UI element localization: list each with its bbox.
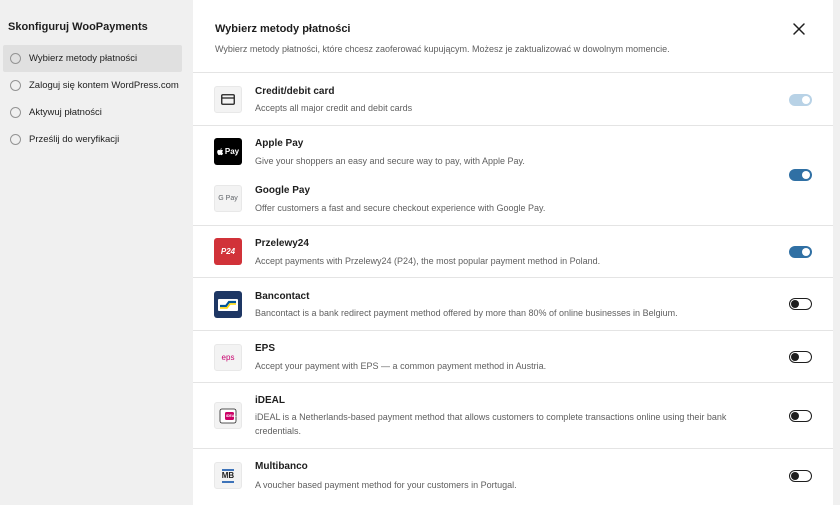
- multibanco-logo: MB: [214, 462, 242, 489]
- method-description: Bancontact is a bank redirect payment me…: [255, 308, 678, 318]
- step-activate-payments[interactable]: Aktywuj płatności: [3, 99, 182, 126]
- payment-method-row-eps: eps EPS Accept your payment with EPS — a…: [193, 330, 833, 382]
- apple-pay-logo-text: Pay: [224, 147, 240, 156]
- ideal-logo-text: iDEAL: [226, 414, 237, 418]
- panel-header: Wybierz metody płatności Wybierz metody …: [193, 0, 833, 72]
- p24-logo-text: P24: [220, 247, 236, 256]
- payment-method-row-multibanco: MB Multibanco A voucher based payment me…: [193, 448, 833, 505]
- close-icon: [793, 23, 805, 35]
- eps-toggle[interactable]: [789, 351, 812, 363]
- step-circle-icon: [10, 134, 21, 145]
- method-name: iDEAL: [255, 395, 285, 406]
- google-pay-logo-text: G Pay: [218, 195, 238, 202]
- apple-pay-logo: Pay: [214, 138, 242, 165]
- method-description: Give your shoppers an easy and secure wa…: [255, 156, 525, 166]
- ideal-logo: iDEAL: [214, 402, 242, 429]
- eps-logo-text: eps: [221, 353, 235, 362]
- bancontact-toggle[interactable]: [789, 298, 812, 310]
- method-description: Accept payments with Przelewy24 (P24), t…: [255, 256, 601, 266]
- step-label: Prześlij do weryfikacji: [29, 134, 120, 145]
- step-circle-icon: [10, 53, 21, 64]
- step-label: Zaloguj się kontem WordPress.com: [29, 80, 179, 91]
- payment-method-row-wallets: Pay Apple Pay Give your shoppers an easy…: [193, 125, 833, 225]
- eps-logo: eps: [214, 344, 242, 371]
- page-title: Wybierz metody płatności: [215, 23, 351, 35]
- payment-method-row-bancontact: Bancontact Bancontact is a bank redirect…: [193, 277, 833, 330]
- payment-method-row-card: Credit/debit card Accepts all major cred…: [193, 72, 833, 125]
- p24-toggle[interactable]: [789, 246, 812, 258]
- payment-methods-panel: Wybierz metody płatności Wybierz metody …: [193, 0, 833, 505]
- multibanco-logo-text: MB: [221, 471, 235, 480]
- ideal-toggle[interactable]: [789, 410, 812, 422]
- method-description: Offer customers a fast and secure checko…: [255, 203, 546, 213]
- method-name: Credit/debit card: [255, 86, 335, 97]
- method-description: iDEAL is a Netherlands-based payment met…: [255, 412, 727, 436]
- payment-method-row-p24: P24 Przelewy24 Accept payments with Prze…: [193, 225, 833, 277]
- step-label: Wybierz metody płatności: [29, 53, 138, 64]
- method-name: Google Pay: [255, 185, 311, 196]
- method-name: EPS: [255, 343, 276, 354]
- method-description: A voucher based payment method for your …: [255, 480, 517, 490]
- method-name: Apple Pay: [255, 138, 304, 149]
- page-subtitle: Wybierz metody płatności, które chcesz z…: [215, 44, 670, 54]
- multibanco-toggle[interactable]: [789, 470, 812, 482]
- method-name: Multibanco: [255, 461, 308, 472]
- credit-card-icon: [214, 86, 242, 113]
- method-name: Bancontact: [255, 291, 310, 302]
- step-label: Aktywuj płatności: [29, 107, 102, 118]
- setup-sidebar: Skonfiguruj WooPayments Wybierz metody p…: [0, 0, 192, 505]
- method-description: Accepts all major credit and debit cards: [255, 103, 413, 113]
- step-submit-verification[interactable]: Prześlij do weryfikacji: [3, 126, 182, 153]
- method-description: Accept your payment with EPS — a common …: [255, 361, 547, 371]
- payment-method-row-ideal: iDEAL iDEAL iDEAL is a Netherlands-based…: [193, 382, 833, 448]
- google-pay-logo: G Pay: [214, 185, 242, 212]
- wallets-toggle[interactable]: [789, 169, 812, 181]
- close-button[interactable]: [790, 20, 808, 38]
- card-toggle[interactable]: [789, 94, 812, 106]
- sidebar-title: Skonfiguruj WooPayments: [8, 21, 148, 33]
- step-choose-payment-methods[interactable]: Wybierz metody płatności: [3, 45, 182, 72]
- step-circle-icon: [10, 107, 21, 118]
- p24-logo: P24: [214, 238, 242, 265]
- step-connect-wordpress[interactable]: Zaloguj się kontem WordPress.com: [3, 72, 182, 99]
- step-circle-icon: [10, 80, 21, 91]
- bancontact-logo: [214, 291, 242, 318]
- method-name: Przelewy24: [255, 238, 309, 249]
